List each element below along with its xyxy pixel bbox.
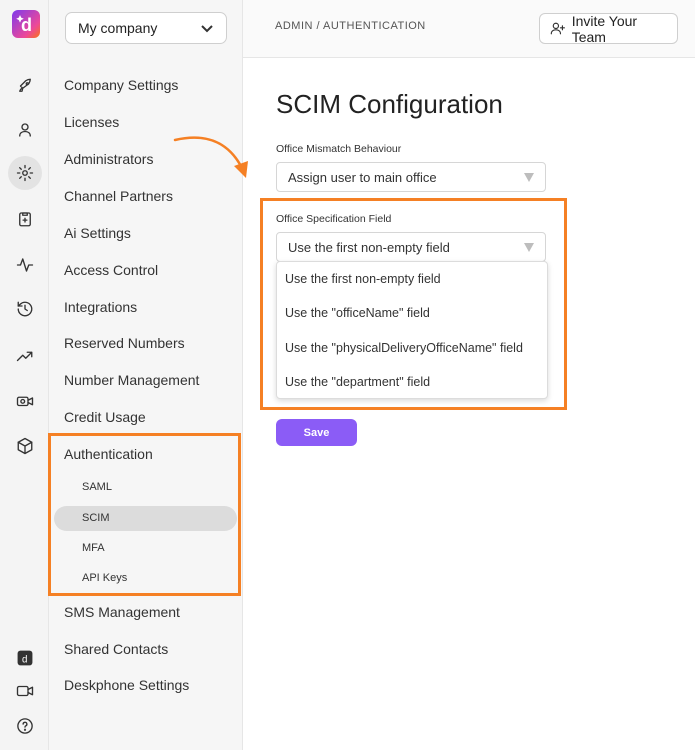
sidebar-item-licenses[interactable]: Licenses bbox=[64, 112, 119, 132]
sidebar-item-reserved-numbers[interactable]: Reserved Numbers bbox=[64, 333, 185, 353]
breadcrumb: ADMIN / AUTHENTICATION bbox=[275, 20, 426, 32]
activity-icon[interactable] bbox=[14, 254, 36, 276]
cube-icon[interactable] bbox=[14, 435, 36, 457]
logo-icon[interactable]: d bbox=[12, 10, 40, 38]
sidebar-item-sms-management[interactable]: SMS Management bbox=[64, 602, 180, 622]
office-mismatch-label: Office Mismatch Behaviour bbox=[276, 143, 402, 155]
app-icon[interactable]: d bbox=[14, 647, 36, 669]
trending-icon[interactable] bbox=[14, 345, 36, 367]
office-mismatch-value: Assign user to main office bbox=[288, 169, 437, 185]
sidebar-item-ai-settings[interactable]: Ai Settings bbox=[64, 223, 131, 243]
clipboard-icon[interactable] bbox=[14, 208, 36, 230]
top-bar: ADMIN / AUTHENTICATION Invite Your Team bbox=[243, 0, 695, 58]
save-button[interactable]: Save bbox=[276, 419, 357, 446]
video-icon[interactable] bbox=[14, 680, 36, 702]
user-icon[interactable] bbox=[14, 119, 36, 141]
office-mismatch-select[interactable]: Assign user to main office bbox=[276, 162, 546, 192]
highlight-box bbox=[260, 198, 567, 410]
app-window: d d My company Company Settings Licenses… bbox=[0, 0, 695, 750]
sidebar-item-shared-contacts[interactable]: Shared Contacts bbox=[64, 639, 168, 659]
company-selector-value: My company bbox=[78, 20, 158, 36]
gear-icon[interactable] bbox=[14, 162, 36, 184]
rocket-icon[interactable] bbox=[14, 75, 36, 97]
invite-team-button[interactable]: Invite Your Team bbox=[539, 12, 678, 45]
svg-text:d: d bbox=[21, 15, 32, 35]
page-title: SCIM Configuration bbox=[276, 89, 503, 119]
invite-team-label: Invite Your Team bbox=[571, 12, 638, 45]
sidebar-item-channel-partners[interactable]: Channel Partners bbox=[64, 186, 173, 206]
sidebar-item-credit-usage[interactable]: Credit Usage bbox=[64, 407, 146, 427]
sidebar-item-company-settings[interactable]: Company Settings bbox=[64, 75, 178, 95]
annotation-arrow-icon bbox=[173, 136, 248, 178]
camera-icon[interactable] bbox=[14, 390, 36, 412]
svg-text:d: d bbox=[22, 655, 27, 666]
sidebar-item-deskphone-settings[interactable]: Deskphone Settings bbox=[64, 675, 189, 695]
sidebar-item-administrators[interactable]: Administrators bbox=[64, 149, 153, 169]
user-plus-icon bbox=[550, 22, 565, 35]
history-icon[interactable] bbox=[14, 298, 36, 320]
sidebar-item-number-management[interactable]: Number Management bbox=[64, 370, 199, 390]
help-icon[interactable] bbox=[14, 715, 36, 737]
sidebar-item-integrations[interactable]: Integrations bbox=[64, 297, 137, 317]
company-selector[interactable]: My company bbox=[65, 12, 227, 44]
sidebar-item-access-control[interactable]: Access Control bbox=[64, 260, 158, 280]
highlight-box bbox=[48, 433, 241, 596]
icon-rail: d d bbox=[0, 0, 49, 750]
settings-sidebar: My company Company Settings Licenses Adm… bbox=[49, 0, 243, 750]
chevron-down-icon bbox=[200, 21, 214, 35]
dropdown-arrow-icon bbox=[524, 172, 534, 182]
